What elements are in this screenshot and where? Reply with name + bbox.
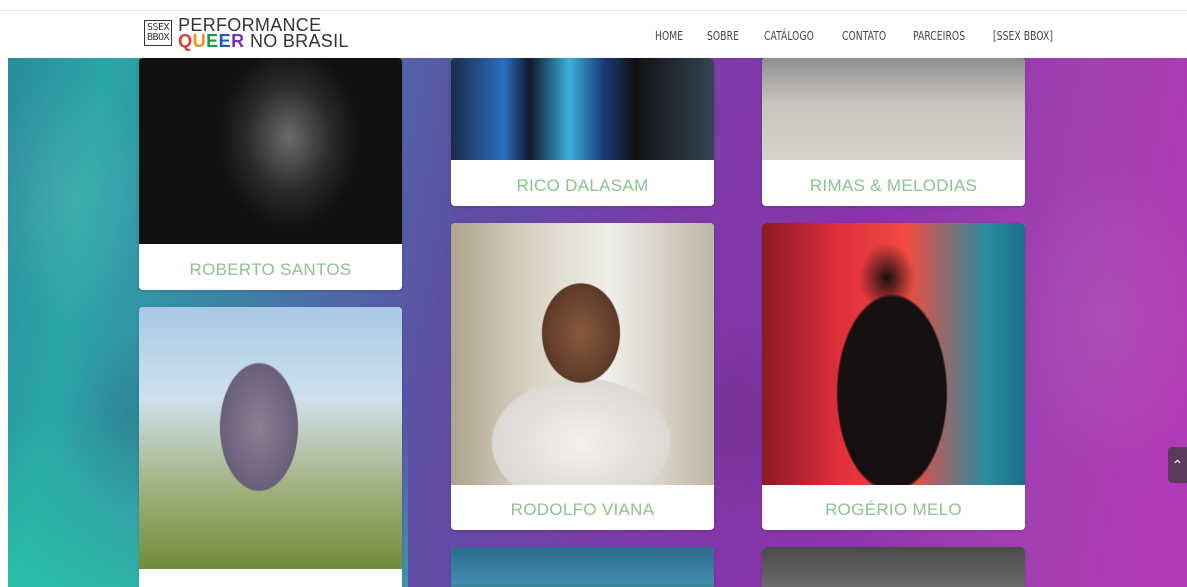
logo-title-line2: QUEER NO BRASIL: [178, 31, 349, 51]
artist-photo: [762, 547, 1025, 587]
artist-name[interactable]: ROBERTO SANTOS: [139, 260, 402, 280]
artist-photo-rogerio-melo: [762, 223, 1025, 485]
logo-no-brasil: NO BRASIL: [249, 31, 349, 51]
logo-text: PERFORMANCE QUEER NO BRASIL: [178, 16, 349, 51]
artist-card-next[interactable]: [762, 547, 1025, 587]
artist-name[interactable]: RIMAS & MELODIAS: [762, 176, 1025, 196]
nav-catalogo[interactable]: CATÁLOGO: [764, 29, 814, 43]
artist-photo-roberto-santos: [139, 58, 402, 244]
nav-home[interactable]: HOME: [655, 29, 683, 43]
logo-queer-letter: U: [192, 31, 207, 51]
artist-card-rogerio-melo[interactable]: ROGÉRIO MELO: [762, 223, 1025, 530]
logo-box-line2: BBOX: [147, 32, 170, 43]
nav-contato[interactable]: CONTATO: [842, 29, 886, 43]
artist-card-next[interactable]: [451, 547, 714, 587]
site-logo[interactable]: SSEX BBOX PERFORMANCE QUEER NO BRASIL: [144, 16, 349, 51]
logo-queer-word: QUEER: [178, 31, 245, 51]
artist-card-rimas-melodias[interactable]: RIMAS & MELODIAS: [762, 58, 1025, 206]
main-nav: HOME SOBRE CATÁLOGO CONTATO PARCEIROS [S…: [655, 29, 1082, 43]
artist-photo: [139, 307, 402, 569]
artist-photo: [451, 547, 714, 587]
logo-queer-letter: Q: [178, 31, 193, 51]
nav-parceiros[interactable]: PARCEIROS: [913, 29, 965, 43]
nav-sobre[interactable]: SOBRE: [707, 29, 739, 43]
artist-card-next[interactable]: [139, 307, 402, 587]
logo-queer-letter: E: [218, 31, 232, 51]
chevron-up-icon: ⌃: [1171, 457, 1184, 473]
artist-name[interactable]: ROGÉRIO MELO: [762, 500, 1025, 520]
artist-photo-rimas-melodias: [762, 58, 1025, 160]
artist-photo-rodolfo-viana: [451, 223, 714, 485]
scroll-to-top-button[interactable]: ⌃: [1168, 447, 1187, 483]
nav-ssex-bbox[interactable]: [SSEX BBOX]: [993, 29, 1053, 43]
artist-name[interactable]: RODOLFO VIANA: [451, 500, 714, 520]
artist-card-rico-dalasam[interactable]: RICO DALASAM: [451, 58, 714, 206]
logo-queer-letter: R: [231, 31, 245, 51]
site-header: SSEX BBOX PERFORMANCE QUEER NO BRASIL HO…: [0, 10, 1187, 58]
artist-card-roberto-santos[interactable]: ROBERTO SANTOS: [139, 58, 402, 290]
logo-box: SSEX BBOX: [144, 20, 173, 46]
artist-card-rodolfo-viana[interactable]: RODOLFO VIANA: [451, 223, 714, 530]
artist-photo-rico-dalasam: [451, 58, 714, 160]
artist-name[interactable]: RICO DALASAM: [451, 176, 714, 196]
logo-queer-letter: E: [206, 31, 219, 51]
